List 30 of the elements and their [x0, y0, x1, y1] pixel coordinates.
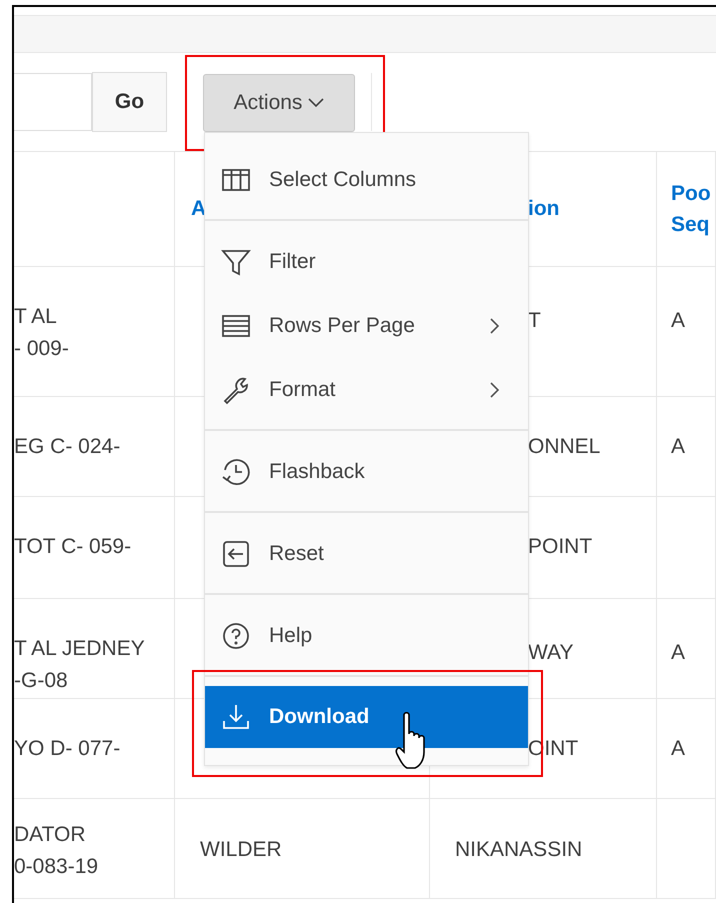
table-cell: DATOR 0-083-19 [14, 799, 175, 899]
menu-item[interactable]: Help [205, 604, 528, 677]
table-cell: T AL - 009- [14, 267, 175, 397]
filter-icon [221, 247, 251, 277]
table-cell: A [657, 699, 716, 799]
table-cell: YO D- 077- [14, 699, 175, 799]
table-cell: TOT C- 059- [14, 497, 175, 599]
actions-button[interactable]: Actions [203, 74, 355, 132]
menu-item[interactable]: Reset [205, 522, 528, 595]
table-cell: NIKANASSIN [430, 799, 657, 899]
column-header[interactable]: Poo Seq [657, 152, 716, 267]
wrench-icon [221, 375, 251, 405]
menu-item[interactable]: Format [205, 358, 528, 431]
table-cell: A [657, 599, 716, 699]
table-cell: T AL JEDNEY -G-08 [14, 599, 175, 699]
table-cell: EG C- 024- [14, 397, 175, 497]
table-cell: WILDER [175, 799, 430, 899]
reset-icon [221, 539, 251, 569]
help-icon [221, 621, 251, 651]
table-cell: A [657, 267, 716, 397]
menu-item[interactable]: Select Columns [205, 148, 528, 221]
go-button[interactable]: Go [92, 72, 167, 132]
chevron-down-icon [308, 98, 324, 108]
menu-item[interactable]: Flashback [205, 440, 528, 513]
clock-icon [221, 457, 251, 487]
download-icon [221, 702, 251, 732]
chevron-right-icon [490, 382, 500, 398]
menu-item[interactable]: Download [205, 686, 528, 748]
table-cell: A [657, 397, 716, 497]
chevron-right-icon [490, 318, 500, 334]
